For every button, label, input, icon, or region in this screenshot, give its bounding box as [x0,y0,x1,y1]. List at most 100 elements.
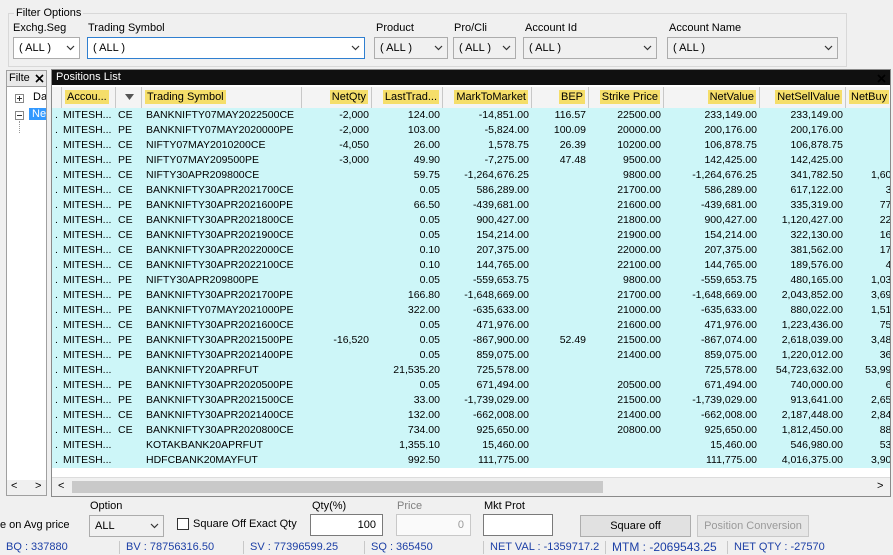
table-row[interactable]: . MITESH... PE NIFTY07MAY209500PE -3,000 49.9… [52,153,890,168]
col-header-netvalue[interactable]: NetValue [664,87,760,108]
cell-netsellvalue: 335,319.00 [790,199,843,211]
cell-option-type: PE [118,379,133,391]
positions-hscrollbar[interactable]: < > [52,477,890,496]
account-id-label: Account Id [525,22,577,34]
square-off-exact-checkbox[interactable] [177,518,189,530]
exchg-seg-value: ( ALL ) [19,42,51,54]
scroll-right-icon[interactable]: > [877,480,883,492]
option-select[interactable]: ALL [89,515,164,537]
cell-lasttrad: 0.05 [419,319,440,331]
mkt-prot-input[interactable] [483,514,553,536]
price-input[interactable]: 0 [396,514,471,536]
cell-lasttrad: 21,535.20 [393,364,440,376]
table-row[interactable]: . MITESH... PE BANKNIFTY30APR2021400PE 0.05 8… [52,348,890,363]
cell-netvalue: 471,976.00 [704,319,757,331]
col-header-strike[interactable]: Strike Price [589,87,664,108]
tree-item-da[interactable]: Da [33,91,46,103]
close-icon[interactable] [876,73,887,84]
status-net-val: NET VAL : -1359717.2 [484,541,606,554]
cell-netbuy: 68,5 [885,379,891,391]
exchg-seg-select[interactable]: ( ALL ) [13,37,80,59]
chevron-down-icon [643,45,652,51]
tree-scrollbar[interactable]: < > [7,480,46,495]
collapse-icon[interactable] [15,111,24,120]
table-row[interactable]: . MITESH... KOTAKBANK20APRFUT 1,355.10 15,46… [52,438,890,453]
product-select[interactable]: ( ALL ) [374,37,448,59]
cell-netvalue: 15,460.00 [710,439,757,451]
table-row[interactable]: . MITESH... PE BANKNIFTY30APR2021600PE 66.50… [52,198,890,213]
col-header-trading-symbol[interactable]: Trading Symbol [142,87,302,108]
table-row[interactable]: . MITESH... PE BANKNIFTY07MAY2020000PE -2,00… [52,123,890,138]
col-header-lasttrad[interactable]: LastTrad... [372,87,443,108]
cell-lasttrad: 0.05 [419,274,440,286]
table-row[interactable]: . MITESH... BANKNIFTY20APRFUT 21,535.20 725,… [52,363,890,378]
cell-account: MITESH... [63,424,112,436]
cell-netbuy: 220,0 [879,214,891,226]
table-row[interactable]: . MITESH... PE BANKNIFTY30APR2021500PE -16,5… [52,333,890,348]
pro-cli-select[interactable]: ( ALL ) [453,37,516,59]
scroll-right-icon[interactable]: > [35,480,41,492]
cell-mtm: -635,633.00 [472,304,529,316]
table-row[interactable]: . MITESH... PE NIFTY30APR209800PE 0.05 -559,6… [52,273,890,288]
cell-netvalue: 200,176.00 [704,124,757,136]
price-label: Price [397,500,423,512]
cell-netvalue: 725,578.00 [704,364,757,376]
cell-mtm: 471,976.00 [476,319,529,331]
table-row[interactable]: . MITESH... PE BANKNIFTY30APR2021500CE 33.00… [52,393,890,408]
cell-netvalue: 142,425.00 [704,154,757,166]
table-row[interactable]: . MITESH... CE BANKNIFTY30APR2021700CE 0.05 5… [52,183,890,198]
table-row[interactable]: . MITESH... CE BANKNIFTY30APR2022100CE 0.10 1… [52,258,890,273]
scroll-left-icon[interactable]: < [58,480,64,492]
table-row[interactable]: . MITESH... PE BANKNIFTY30APR2020500PE 0.05 6… [52,378,891,393]
cell-account: MITESH... [63,259,112,271]
square-off-button[interactable]: Square off [580,515,691,537]
table-row[interactable]: . MITESH... CE NIFTY30APR209800CE 59.75 -1,26… [52,168,890,183]
cell-trading-symbol: BANKNIFTY30APR2021700CE [146,184,294,196]
col-header-netqty[interactable]: NetQty [302,87,372,108]
col-header-account[interactable]: Accou... [62,87,116,108]
cell-bep [532,409,586,422]
scroll-left-icon[interactable]: < [11,480,17,492]
expand-icon[interactable] [15,94,24,103]
cell-netsellvalue: 2,043,852.00 [781,289,843,301]
cell-netvalue: 859,075.00 [704,349,757,361]
table-row[interactable]: . MITESH... CE BANKNIFTY07MAY2022500CE -2,00… [52,108,890,123]
col-header-netsellvalue[interactable]: NetSellValue [760,87,846,108]
col-header-netsellvalue-label: NetSellValue [775,90,842,104]
positions-header: Positions List [52,70,890,85]
table-row[interactable]: . MITESH... CE BANKNIFTY30APR2021400CE 132.0… [52,408,890,423]
cell-trading-symbol: NIFTY30APR209800CE [146,169,260,181]
close-icon[interactable] [34,73,45,84]
col-header-bep[interactable]: BEP [532,87,589,108]
scroll-thumb[interactable] [72,481,603,493]
table-row[interactable]: . MITESH... CE BANKNIFTY30APR2021900CE 0.05 1… [52,228,890,243]
cell-bep [532,424,586,437]
account-id-select[interactable]: ( ALL ) [523,37,657,59]
cell-mtm: 144,765.00 [476,259,529,271]
trading-symbol-select[interactable]: ( ALL ) [87,37,365,59]
col-header-mtm[interactable]: MarkToMarket [443,87,532,108]
col-header-netbuy[interactable]: NetBuy [846,87,890,108]
qty-input[interactable]: 100 [310,514,383,536]
cell-option-type: CE [118,259,133,271]
col-header-filter[interactable] [116,87,142,108]
cell-trading-symbol: BANKNIFTY20APRFUT [146,364,259,376]
table-row[interactable]: . MITESH... PE BANKNIFTY07MAY2021000PE 322.0… [52,303,890,318]
row-selector-header [52,87,62,108]
table-row[interactable]: . MITESH... PE BANKNIFTY30APR2021700PE 166.8… [52,288,890,303]
trading-symbol-label: Trading Symbol [88,22,165,34]
cell-netvalue: -559,653.75 [700,274,757,286]
cell-netqty [302,349,369,362]
cell-netbuy [846,109,890,122]
position-conversion-button[interactable]: Position Conversion [697,515,809,537]
cell-netvalue: 925,650.00 [704,424,757,436]
table-row[interactable]: . MITESH... HDFCBANK20MAYFUT 992.50 111,775.… [52,453,890,468]
account-name-select[interactable]: ( ALL ) [667,37,838,59]
table-row[interactable]: . MITESH... CE BANKNIFTY30APR2021800CE 0.05 9… [52,213,891,228]
cell-netqty: -3,000 [339,154,369,166]
table-row[interactable]: . MITESH... CE BANKNIFTY30APR2021600CE 0.05 4… [52,318,890,333]
table-row[interactable]: . MITESH... CE NIFTY07MAY2010200CE -4,050 26.… [52,138,890,153]
table-row[interactable]: . MITESH... CE BANKNIFTY30APR2022000CE 0.10 2… [52,243,890,258]
table-row[interactable]: . MITESH... CE BANKNIFTY30APR2020800CE 734.0… [52,423,890,438]
tree-item-ne[interactable]: Ne [29,108,46,120]
